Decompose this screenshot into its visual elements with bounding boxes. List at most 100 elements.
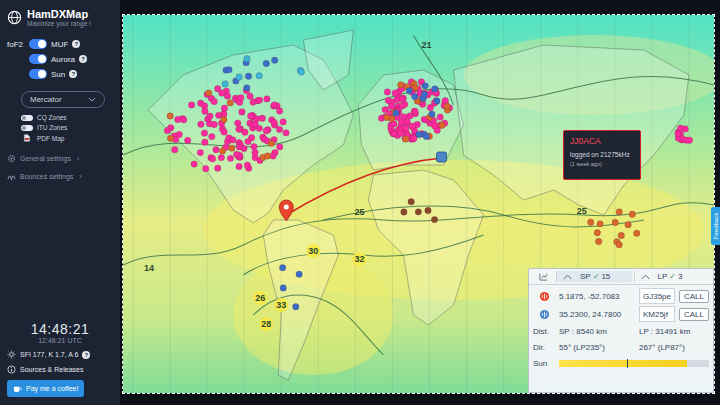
spot-dot[interactable]: [432, 86, 438, 92]
spot-dot[interactable]: [221, 129, 227, 135]
spot-dot[interactable]: [406, 88, 412, 94]
spot-dot[interactable]: [198, 100, 204, 106]
spot-dot[interactable]: [236, 74, 242, 80]
layer-toggle[interactable]: [29, 54, 47, 64]
spot-dot[interactable]: [271, 57, 277, 63]
spot-dot[interactable]: [434, 98, 440, 104]
spot-dot[interactable]: [221, 116, 227, 122]
spot-dot[interactable]: [276, 126, 282, 132]
spot-dot[interactable]: [180, 117, 186, 123]
help-icon[interactable]: ?: [69, 70, 77, 78]
spot-dot[interactable]: [296, 271, 302, 277]
spot-dot[interactable]: [595, 238, 601, 244]
spot-dot[interactable]: [252, 149, 258, 155]
spot-dot[interactable]: [215, 86, 221, 92]
spot-dot[interactable]: [616, 209, 622, 215]
spot-dot[interactable]: [164, 127, 170, 133]
spot-dot[interactable]: [277, 144, 283, 150]
spot-dot[interactable]: [247, 113, 253, 119]
spot-dot[interactable]: [256, 97, 262, 103]
spot-dot[interactable]: [412, 93, 418, 99]
feedback-tab[interactable]: Feedback: [711, 207, 720, 245]
overlay-row[interactable]: CQ Zones: [21, 114, 113, 121]
spot-dot[interactable]: [221, 105, 227, 111]
spot-dot[interactable]: [191, 161, 197, 167]
spot-dot[interactable]: [634, 230, 640, 236]
spot-dot[interactable]: [403, 125, 409, 131]
spot-dot[interactable]: [259, 115, 265, 121]
spot-dot[interactable]: [412, 84, 418, 90]
spot-dot[interactable]: [218, 154, 224, 160]
spot-dot[interactable]: [184, 137, 190, 143]
spot-dot[interactable]: [283, 130, 289, 136]
help-icon[interactable]: ?: [82, 351, 90, 359]
spot-dot[interactable]: [385, 97, 391, 103]
spot-dot[interactable]: [393, 110, 399, 116]
spot-dot[interactable]: [271, 119, 277, 125]
spot-dot[interactable]: [588, 219, 594, 225]
overlay-toggle[interactable]: [21, 125, 33, 131]
spot-dot[interactable]: [279, 264, 285, 270]
call-button[interactable]: CALL: [679, 290, 709, 303]
spot-dot[interactable]: [421, 91, 427, 97]
spot-dot[interactable]: [383, 114, 389, 120]
spot-dot[interactable]: [677, 125, 683, 131]
spot-dot[interactable]: [412, 108, 418, 114]
spot-dot[interactable]: [233, 151, 239, 157]
spot-dot[interactable]: [404, 119, 410, 125]
panel-tab[interactable]: LP ✓ 3: [634, 271, 710, 282]
spot-dot[interactable]: [245, 73, 251, 79]
spot-dot[interactable]: [235, 120, 241, 126]
spot-dot[interactable]: [388, 103, 394, 109]
coffee-button[interactable]: Pay me a coffee!: [7, 380, 84, 397]
spot-dot[interactable]: [256, 72, 262, 78]
map[interactable]: 211425303226332825 JJ0ACA logged on 2127…: [122, 14, 715, 394]
spot-dot[interactable]: [625, 221, 631, 227]
spot-dot[interactable]: [244, 56, 250, 62]
spot-dot[interactable]: [594, 230, 600, 236]
menu-item[interactable]: Bounces settings ›: [7, 172, 113, 181]
spot-dot[interactable]: [298, 69, 304, 75]
spot-dot[interactable]: [214, 165, 220, 171]
spot-dot[interactable]: [410, 136, 416, 142]
sources-link[interactable]: Sources & Releases: [7, 365, 113, 374]
spot-dot[interactable]: [392, 90, 398, 96]
spot-dot[interactable]: [238, 94, 244, 100]
spot-dot[interactable]: [202, 139, 208, 145]
pdf-icon[interactable]: [21, 134, 33, 142]
spot-dot[interactable]: [276, 108, 282, 114]
spot-dot[interactable]: [197, 149, 203, 155]
spot-dot[interactable]: [429, 111, 435, 117]
spot-dot[interactable]: [244, 162, 250, 168]
spot-dot[interactable]: [686, 137, 692, 143]
spot-dot[interactable]: [229, 145, 235, 151]
spot-dot[interactable]: [263, 60, 269, 66]
spot-dot[interactable]: [251, 143, 257, 149]
rx-marker-icon[interactable]: [437, 152, 447, 162]
panel-tab[interactable]: SP ✓ 15: [556, 271, 632, 282]
spot-dot[interactable]: [263, 127, 269, 133]
spot-dot[interactable]: [239, 109, 245, 115]
spot-dot[interactable]: [675, 131, 681, 137]
spot-dot[interactable]: [205, 90, 211, 96]
tx-pin-icon[interactable]: [279, 200, 293, 221]
spot-dot[interactable]: [188, 102, 194, 108]
spot-dot[interactable]: [280, 119, 286, 125]
spot-dot[interactable]: [616, 242, 622, 248]
spot-dot[interactable]: [384, 89, 390, 95]
spot-dot[interactable]: [432, 123, 438, 129]
spot-dot[interactable]: [219, 148, 225, 154]
spot-dot[interactable]: [399, 103, 405, 109]
spot-dot[interactable]: [394, 96, 400, 102]
spot-dot[interactable]: [397, 82, 403, 88]
spot-dot[interactable]: [230, 137, 236, 143]
spot-dot[interactable]: [211, 121, 217, 127]
overlay-row[interactable]: ITU Zones: [21, 124, 113, 131]
spot-dot[interactable]: [226, 66, 232, 72]
spot-dot[interactable]: [431, 216, 437, 222]
spot-dot[interactable]: [597, 221, 603, 227]
overlay-row[interactable]: PDF Map: [21, 134, 113, 142]
help-icon[interactable]: ?: [72, 40, 80, 48]
spot-dot[interactable]: [175, 116, 181, 122]
spot-dot[interactable]: [444, 103, 450, 109]
